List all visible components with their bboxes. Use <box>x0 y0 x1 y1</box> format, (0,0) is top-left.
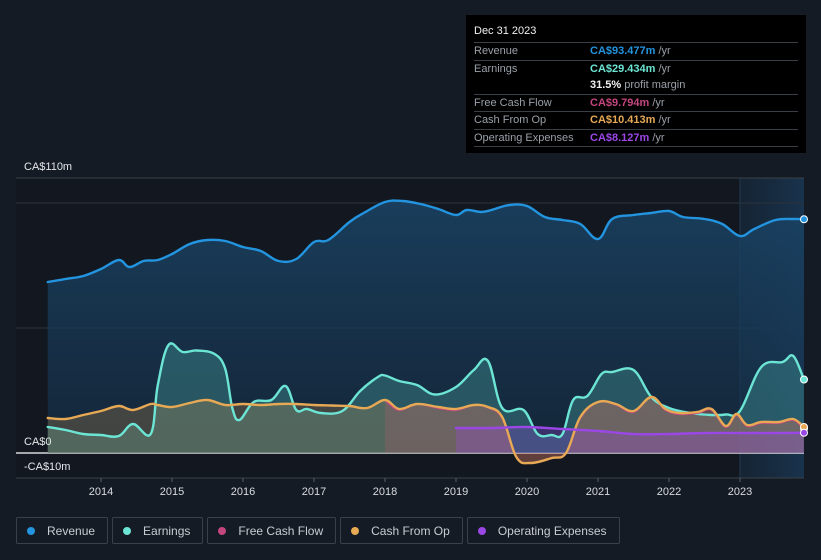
tooltip-unit: /yr <box>658 114 671 126</box>
tooltip-date: Dec 31 2023 <box>474 23 798 43</box>
earnings-end-marker <box>800 375 808 384</box>
operating-expenses-dot-icon <box>477 526 486 535</box>
x-tick-label: 2020 <box>515 486 539 498</box>
x-tick-label: 2015 <box>160 486 184 498</box>
tooltip-label: Revenue <box>474 45 519 57</box>
tooltip-value: CA$10.413m <box>590 114 656 126</box>
x-tick-label: 2021 <box>586 486 610 498</box>
x-tick-label: 2023 <box>728 486 752 498</box>
tooltip-row-earnings: Earnings CA$29.434m /yr <box>474 61 798 78</box>
tooltip-unit: /yr <box>652 131 665 144</box>
revenue-end-marker <box>800 215 808 224</box>
tooltip-value: CA$9.794m <box>590 96 650 109</box>
tooltip-unit: /yr <box>658 45 671 57</box>
tooltip-label: Operating Expenses <box>474 131 574 144</box>
operating-expenses-end-marker <box>800 428 808 437</box>
earnings-dot-icon <box>123 526 132 535</box>
free-cash-flow-dot-icon <box>218 526 227 535</box>
tooltip-value: 31.5% <box>590 79 622 91</box>
tooltip-value: CA$29.434m <box>590 62 656 75</box>
tooltip-value: CA$93.477m <box>590 45 656 57</box>
tooltip-row-cash-from-op: Cash From Op CA$10.413m /yr <box>474 112 798 130</box>
legend-item-earnings[interactable]: Earnings <box>112 517 204 544</box>
tooltip-row-free-cash-flow: Free Cash Flow CA$9.794m /yr <box>474 95 798 112</box>
legend: Revenue Earnings Free Cash Flow Cash Fro… <box>16 517 620 544</box>
legend-label: Earnings <box>143 523 191 538</box>
legend-item-free-cash-flow[interactable]: Free Cash Flow <box>207 517 337 544</box>
tooltip-row-revenue: Revenue CA$93.477m /yr <box>474 43 798 61</box>
legend-label: Cash From Op <box>371 523 450 538</box>
tooltip-label <box>474 77 590 94</box>
y-tick-label-zero: CA$0 <box>24 436 52 448</box>
x-tick-label: 2018 <box>373 486 397 498</box>
tooltip-label: Free Cash Flow <box>474 96 552 109</box>
x-tick-label: 2014 <box>89 486 113 498</box>
legend-label: Revenue <box>47 523 96 538</box>
tooltip-value: CA$8.127m <box>590 131 650 144</box>
x-tick-label: 2019 <box>444 486 468 498</box>
legend-item-operating-expenses[interactable]: Operating Expenses <box>466 517 620 544</box>
y-tick-label-top: CA$110m <box>24 161 72 173</box>
tooltip-unit: profit margin <box>624 79 686 91</box>
tooltip-row-operating-expenses: Operating Expenses CA$8.127m /yr <box>474 130 798 147</box>
tooltip: Dec 31 2023 Revenue CA$93.477m /yr Earni… <box>466 15 806 153</box>
tooltip-unit: /yr <box>652 96 665 109</box>
revenue-dot-icon <box>27 526 35 535</box>
legend-label: Free Cash Flow <box>238 523 324 538</box>
cash-from-op-dot-icon <box>351 526 360 535</box>
legend-item-revenue[interactable]: Revenue <box>16 517 109 544</box>
y-tick-label-bottom: -CA$10m <box>24 461 70 473</box>
tooltip-row-profit-margin: 31.5% profit margin <box>474 77 798 95</box>
tooltip-label: Cash From Op <box>474 114 547 126</box>
legend-item-cash-from-op[interactable]: Cash From Op <box>340 517 463 544</box>
tooltip-label: Earnings <box>474 62 518 75</box>
x-tick-label: 2022 <box>657 486 681 498</box>
tooltip-unit: /yr <box>658 62 671 75</box>
legend-label: Operating Expenses <box>497 523 607 538</box>
x-tick-label: 2017 <box>302 486 326 498</box>
x-tick-label: 2016 <box>231 486 255 498</box>
